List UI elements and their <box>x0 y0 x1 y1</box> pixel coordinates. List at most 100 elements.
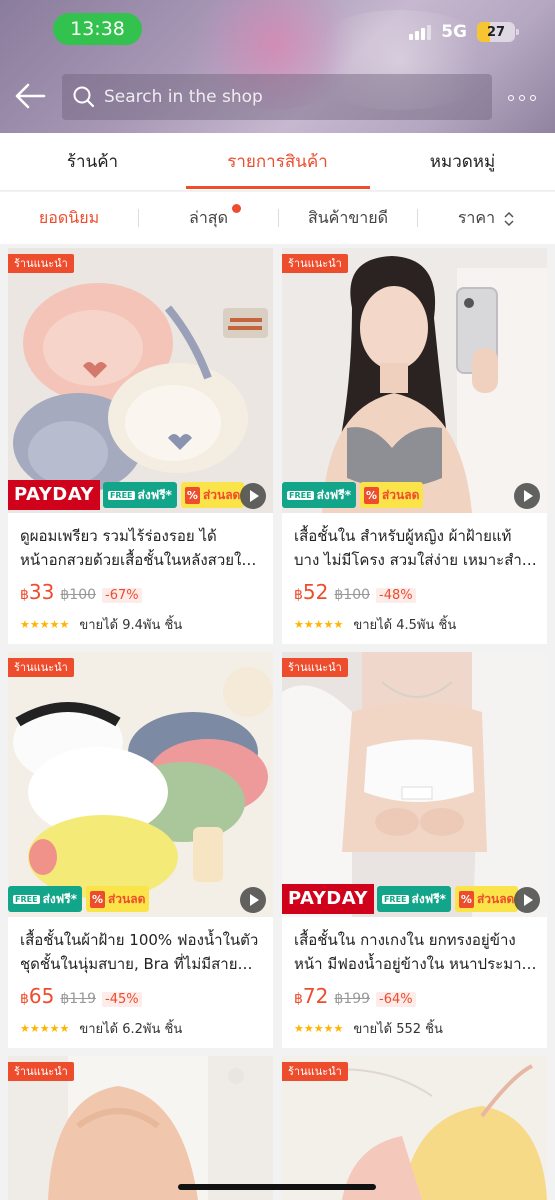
free-tag: FREE <box>287 490 314 500</box>
product-name-line: เสื้อชั้นใน สำหรับผู้หญิง ผ้าฝ้ายแท้ <box>294 527 512 545</box>
search-placeholder: Search in the shop <box>104 87 263 107</box>
more-dot-icon <box>519 95 525 101</box>
search-icon <box>73 86 95 108</box>
product-image <box>282 248 547 513</box>
shop-header: 13:38 5G 27 Search in the shop <box>0 0 555 133</box>
product-price: ฿33 <box>20 580 54 604</box>
sort-top-sales[interactable]: สินค้าขายดี <box>279 192 417 244</box>
product-image <box>8 652 273 917</box>
tab-shop[interactable]: ร้านค้า <box>0 133 185 191</box>
free-shipping-badge: FREE ส่งฟรี* <box>376 886 451 912</box>
promo-strip: PAYDAY FREE ส่งฟรี* % ส่วนลด <box>282 884 547 914</box>
more-options-button[interactable] <box>508 88 540 108</box>
price-value: 33 <box>28 580 55 604</box>
product-name-line: เสื้อชั้นในผ้าฝ้าย 100% ฟองน้ำในตัว <box>20 931 259 949</box>
price-value: 72 <box>302 984 329 1008</box>
free-tag: FREE <box>13 894 40 904</box>
product-card[interactable]: ร้านแนะนำ FREE ส่งฟรี* % ส่วนลด เสื้อชั้… <box>282 248 547 644</box>
discount-percent: -64% <box>376 992 416 1007</box>
recommended-badge: ร้านแนะนำ <box>8 254 74 273</box>
sold-count: ขายได้ 4.5พัน ชิ้น <box>353 618 457 633</box>
play-video-icon[interactable] <box>514 887 540 913</box>
percent-icon: % <box>184 486 200 504</box>
product-name: ดูผอมเพรียว รวมไร้ร่องรอย ได้ หน้าอกสวยด… <box>20 524 265 574</box>
promo-strip: PAYDAY FREE ส่งฟรี* % ส่วนลด <box>8 480 273 510</box>
play-video-icon[interactable] <box>240 483 266 509</box>
product-name: เสื้อชั้นในผ้าฝ้าย 100% ฟองน้ำในตัว ชุดช… <box>20 928 265 978</box>
sort-price-label: ราคา <box>457 208 496 227</box>
currency-symbol: ฿ <box>20 991 29 1007</box>
star-rating-icon: ★★★★★ <box>20 1022 70 1035</box>
price-row: ฿72 ฿199 -64% <box>294 984 416 1008</box>
signal-icon <box>409 24 432 40</box>
status-indicators: 5G 27 <box>409 18 519 46</box>
sold-count: ขายได้ 9.4พัน ชิ้น <box>79 618 183 633</box>
free-shipping-label: ส่งฟรี* <box>411 891 446 906</box>
sort-latest[interactable]: ล่าสุด <box>139 192 278 244</box>
discount-label: ส่วนลด <box>202 487 241 502</box>
discount-badge: % ส่วนลด <box>180 482 245 508</box>
payday-badge: PAYDAY <box>8 480 100 510</box>
product-card[interactable]: ร้านแนะนำ FREE ส่งฟรี* % ส่วนลด เสื้อชั้… <box>8 652 273 1048</box>
original-price: ฿100 <box>60 587 97 603</box>
active-tab-indicator <box>186 186 370 189</box>
product-name-line: ดูผอมเพรียว รวมไร้ร่องรอย ได้ <box>20 527 217 545</box>
discount-percent: -67% <box>102 588 142 603</box>
shop-tabs: ร้านค้า รายการสินค้า หมวดหมู่ <box>0 133 555 191</box>
currency-symbol: ฿ <box>294 587 303 603</box>
battery-level: 27 <box>486 24 506 40</box>
sold-count: ขายได้ 552 ชิ้น <box>353 1022 443 1037</box>
recommended-badge: ร้านแนะนำ <box>282 1062 348 1081</box>
product-image <box>282 652 547 917</box>
price-row: ฿52 ฿100 -48% <box>294 580 416 604</box>
price-row: ฿65 ฿119 -45% <box>20 984 142 1008</box>
product-price: ฿72 <box>294 984 328 1008</box>
recommended-badge: ร้านแนะนำ <box>8 658 74 677</box>
tab-products[interactable]: รายการสินค้า <box>185 133 370 191</box>
tab-categories[interactable]: หมวดหมู่ <box>370 133 555 191</box>
discount-badge: % ส่วนลด <box>454 886 519 912</box>
discount-label: ส่วนลด <box>107 891 146 906</box>
star-rating-icon: ★★★★★ <box>294 618 344 631</box>
product-card[interactable]: ร้านแนะนำ <box>8 1056 273 1200</box>
home-indicator[interactable] <box>178 1184 376 1190</box>
discount-badge: % ส่วนลด <box>359 482 424 508</box>
product-card[interactable]: ร้านแนะนำ PAYDAY FREE ส่งฟรี* % ส่วนลด เ… <box>282 652 547 1048</box>
free-shipping-label: ส่งฟรี* <box>316 487 351 502</box>
product-image <box>8 248 273 513</box>
free-shipping-badge: FREE ส่งฟรี* <box>8 886 82 912</box>
rating-row: ★★★★★ ขายได้ 9.4พัน ชิ้น <box>20 614 182 635</box>
recommended-badge: ร้านแนะนำ <box>282 254 348 273</box>
currency-symbol: ฿ <box>294 991 303 1007</box>
product-card[interactable]: ร้านแนะนำ <box>282 1056 547 1200</box>
free-tag: FREE <box>381 894 409 904</box>
network-label: 5G <box>441 22 467 42</box>
recommended-badge: ร้านแนะนำ <box>8 1062 74 1081</box>
shop-search-input[interactable]: Search in the shop <box>62 74 492 120</box>
discount-percent: -45% <box>102 992 142 1007</box>
product-name: เสื้อชั้นใน สำหรับผู้หญิง ผ้าฝ้ายแท้ บาง… <box>294 524 539 574</box>
product-name-line: ชุดชั้นในนุ่มสบาย, Bra ที่ไม่มีสาย… <box>20 955 253 973</box>
star-rating-icon: ★★★★★ <box>20 618 70 631</box>
product-price: ฿52 <box>294 580 328 604</box>
percent-icon: % <box>363 486 379 504</box>
new-items-dot <box>232 204 241 213</box>
promo-strip: FREE ส่งฟรี* % ส่วนลด <box>8 884 273 914</box>
product-card[interactable]: ร้านแนะนำ PAYDAY FREE ส่งฟรี* % ส่วนลด ด… <box>8 248 273 644</box>
original-price: ฿199 <box>334 991 371 1007</box>
discount-label: ส่วนลด <box>476 891 515 906</box>
free-shipping-badge: FREE ส่งฟรี* <box>102 482 177 508</box>
price-value: 65 <box>28 984 55 1008</box>
play-video-icon[interactable] <box>240 887 266 913</box>
back-button[interactable] <box>14 82 50 112</box>
sort-price[interactable]: ราคา <box>418 192 555 244</box>
payday-badge: PAYDAY <box>282 884 374 914</box>
play-video-icon[interactable] <box>514 483 540 509</box>
battery-icon: 27 <box>477 22 519 42</box>
original-price: ฿119 <box>60 991 97 1007</box>
rating-row: ★★★★★ ขายได้ 6.2พัน ชิ้น <box>20 1018 182 1039</box>
back-arrow-icon <box>15 83 46 109</box>
sort-popular[interactable]: ยอดนิยม <box>0 192 138 244</box>
product-name-line: เสื้อชั้นใน กางเกงใน ยกทรงอยู่ข้าง <box>294 931 516 949</box>
more-dot-icon <box>530 95 536 101</box>
